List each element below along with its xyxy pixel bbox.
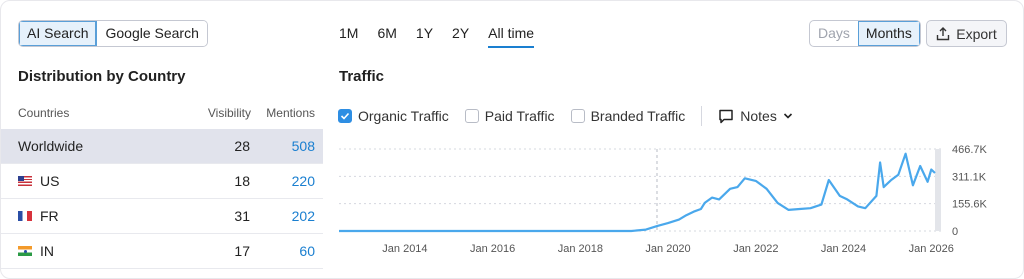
current-period-band xyxy=(935,149,941,231)
x-tick-label: Jan 2022 xyxy=(733,243,778,255)
dashboard-card: AI Search Google Search Distribution by … xyxy=(0,0,1024,279)
x-tick-label: Jan 2014 xyxy=(382,243,427,255)
y-tick-label: 0 xyxy=(952,226,958,238)
x-tick-label: Jan 2020 xyxy=(645,243,690,255)
x-tick-label: Jan 2024 xyxy=(821,243,866,255)
y-tick-label: 155.6K xyxy=(952,199,988,211)
y-tick-label: 466.7K xyxy=(952,144,988,156)
x-tick-label: Jan 2026 xyxy=(909,243,954,255)
traffic-chart: 0 155.6K 311.1K 466.7K Jan 2014 Jan 2016 Jan 2… xyxy=(339,144,988,255)
organic-traffic-line xyxy=(339,152,936,233)
x-tick-label: Jan 2016 xyxy=(470,243,515,255)
x-tick-label: Jan 2018 xyxy=(558,243,603,255)
y-tick-label: 311.1K xyxy=(952,171,987,183)
